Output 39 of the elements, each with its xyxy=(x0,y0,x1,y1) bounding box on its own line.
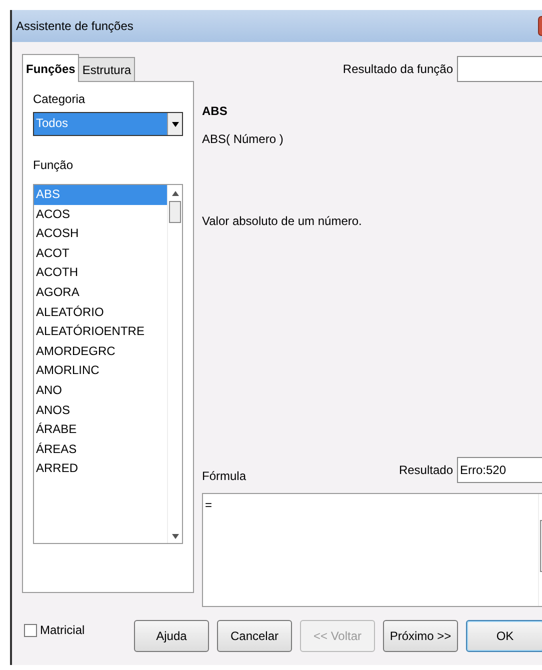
scrollbar[interactable] xyxy=(167,185,182,543)
function-item[interactable]: ALEATÓRIOENTRE xyxy=(34,322,167,342)
formula-field[interactable]: = xyxy=(202,493,542,607)
function-item[interactable]: ACOS xyxy=(34,204,167,224)
matricial-checkbox[interactable] xyxy=(24,624,37,636)
tab[interactable]: Estrutura xyxy=(78,57,136,81)
scroll-up-icon[interactable] xyxy=(172,191,178,196)
function-label: Função xyxy=(33,158,74,172)
formula-label: Fórmula xyxy=(202,469,246,483)
result-label: Resultado xyxy=(398,463,453,477)
function-item[interactable]: ÁREAS xyxy=(34,440,167,460)
function-item[interactable]: ANOS xyxy=(34,400,167,420)
window-title: Assistente de funções xyxy=(16,19,134,33)
function-item[interactable]: ACOSH xyxy=(34,224,167,244)
dialog-button[interactable]: Cancelar xyxy=(217,620,292,652)
function-item[interactable]: ÁRABE xyxy=(34,420,167,440)
dialog-button[interactable]: Próximo >> xyxy=(383,620,458,652)
function-item[interactable]: ANO xyxy=(34,380,167,401)
function-item[interactable]: ACOT xyxy=(34,244,167,264)
function-result-label: Resultado da função xyxy=(342,62,453,76)
function-description: Valor absoluto de um número. xyxy=(202,214,363,228)
tab[interactable]: Funções xyxy=(22,54,80,82)
dialog-button[interactable]: OK xyxy=(466,620,542,652)
category-label: Categoria xyxy=(33,92,86,106)
function-item[interactable]: AGORA xyxy=(34,282,167,303)
function-result-field[interactable] xyxy=(457,56,542,82)
function-item[interactable]: AMORDEGRC xyxy=(34,342,167,362)
function-item[interactable]: ARRED xyxy=(34,459,167,479)
dropdown-arrow-icon xyxy=(172,122,178,126)
scroll-thumb[interactable] xyxy=(169,201,181,223)
scroll-down-icon[interactable] xyxy=(172,534,178,539)
function-item[interactable]: ACOTH xyxy=(34,263,167,283)
function-syntax: ABS( Número ) xyxy=(202,132,284,146)
function-item[interactable]: ALEATÓRIO xyxy=(34,302,167,322)
matricial-label: Matricial xyxy=(40,623,85,637)
result-field: Erro:520 xyxy=(457,457,542,483)
function-item[interactable]: AMORLINC xyxy=(34,361,167,381)
function-name: ABS xyxy=(202,104,228,118)
dialog-button[interactable]: Ajuda xyxy=(134,620,209,652)
